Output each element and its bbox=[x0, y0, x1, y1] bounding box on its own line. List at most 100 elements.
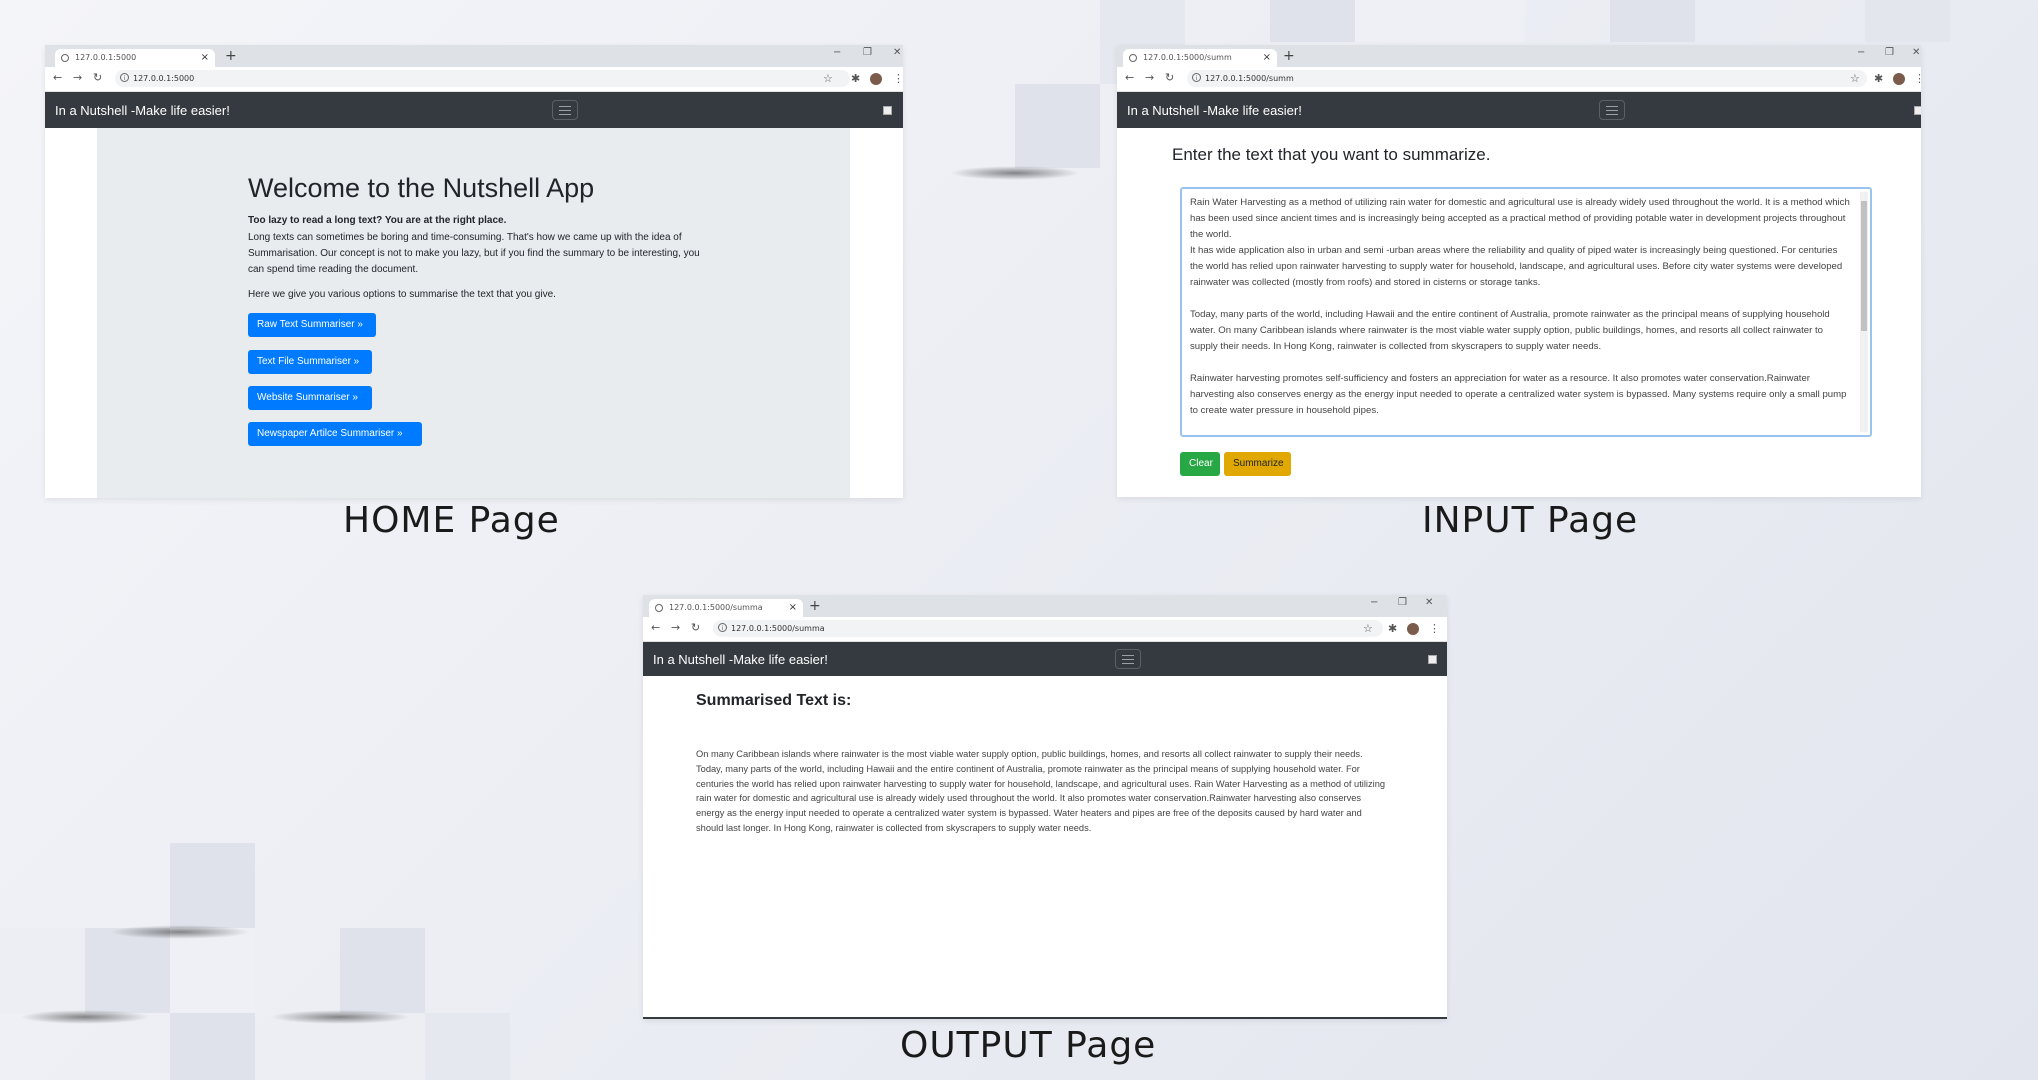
window-close-icon[interactable]: ✕ bbox=[893, 47, 901, 58]
background-tile bbox=[85, 843, 170, 928]
new-tab-icon[interactable]: + bbox=[1283, 48, 1295, 64]
star-icon[interactable]: ☆ bbox=[823, 72, 833, 85]
browser-tab-strip: 127.0.0.1:5000 × + − ❐ ✕ bbox=[45, 45, 903, 67]
menu-icon[interactable]: ⋮ bbox=[893, 72, 903, 85]
reload-icon[interactable]: ↻ bbox=[691, 621, 700, 634]
background-tile bbox=[1015, 84, 1100, 168]
output-heading: Summarised Text is: bbox=[696, 692, 852, 709]
background-tile bbox=[1610, 0, 1695, 42]
back-icon[interactable]: ← bbox=[53, 71, 62, 84]
website-summariser-button[interactable]: Website Summariser » bbox=[248, 386, 372, 410]
hamburger-line bbox=[1122, 659, 1134, 660]
back-icon[interactable]: ← bbox=[651, 621, 660, 634]
summary-output-text: On many Caribbean islands where rainwate… bbox=[696, 749, 1386, 833]
avatar[interactable] bbox=[1893, 73, 1905, 85]
app-navbar: In a Nutshell -Make life easier! bbox=[45, 92, 903, 128]
home-screenshot: 127.0.0.1:5000 × + − ❐ ✕ ← → ↻ i 127.0.0… bbox=[45, 45, 903, 498]
url-text: 127.0.0.1:5000/summa bbox=[731, 624, 825, 633]
restore-icon[interactable]: ❐ bbox=[1398, 597, 1407, 608]
broken-image-icon bbox=[1914, 106, 1921, 115]
close-tab-icon[interactable]: × bbox=[789, 599, 797, 617]
hamburger-line bbox=[1606, 106, 1618, 107]
browser-tab-strip: 127.0.0.1:5000/summ × + − ❐ ✕ bbox=[1117, 45, 1921, 67]
background-shadow bbox=[950, 166, 1080, 180]
browser-tab[interactable]: 127.0.0.1:5000 × bbox=[55, 49, 215, 67]
background-tile bbox=[170, 1013, 255, 1080]
navbar-toggler[interactable] bbox=[1599, 100, 1625, 120]
menu-icon[interactable]: ⋮ bbox=[1429, 622, 1440, 635]
star-icon[interactable]: ☆ bbox=[1850, 72, 1860, 85]
minimize-icon[interactable]: − bbox=[1857, 47, 1865, 58]
menu-icon[interactable]: ⋮ bbox=[1914, 72, 1921, 85]
background-tile bbox=[85, 928, 170, 1013]
reload-icon[interactable]: ↻ bbox=[1165, 71, 1174, 84]
hamburger-line bbox=[559, 114, 571, 115]
output-screenshot: 127.0.0.1:5000/summa × + − ❐ ✕ ← → ↻ i 1… bbox=[643, 595, 1447, 1019]
restore-icon[interactable]: ❐ bbox=[1885, 47, 1894, 58]
hamburger-line bbox=[1122, 655, 1134, 656]
globe-icon bbox=[61, 54, 69, 62]
window-close-icon[interactable]: ✕ bbox=[1912, 47, 1920, 58]
extensions-icon[interactable]: ✱ bbox=[1874, 72, 1883, 85]
broken-image-icon bbox=[883, 106, 892, 115]
restore-icon[interactable]: ❐ bbox=[863, 47, 872, 58]
clear-button[interactable]: Clear bbox=[1180, 452, 1220, 476]
background-shadow bbox=[20, 1010, 150, 1024]
app-brand[interactable]: In a Nutshell -Make life easier! bbox=[55, 103, 230, 118]
navbar-toggler[interactable] bbox=[552, 100, 578, 120]
output-caption: OUTPUT Page bbox=[900, 1025, 1157, 1066]
home-lead: Too lazy to read a long text? You are at… bbox=[248, 215, 507, 226]
info-icon[interactable]: i bbox=[718, 623, 727, 632]
summarize-button[interactable]: Summarize bbox=[1224, 452, 1291, 476]
forward-icon[interactable]: → bbox=[73, 71, 82, 84]
url-input[interactable]: i 127.0.0.1:5000/summa bbox=[713, 620, 1383, 637]
close-tab-icon[interactable]: × bbox=[1263, 49, 1271, 67]
browser-tab[interactable]: 127.0.0.1:5000/summa × bbox=[649, 599, 803, 617]
background-shadow bbox=[110, 925, 250, 939]
text-file-summariser-button[interactable]: Text File Summariser » bbox=[248, 350, 372, 374]
star-icon[interactable]: ☆ bbox=[1363, 622, 1373, 635]
address-bar-row: ← → ↻ i 127.0.0.1:5000 ☆ ✱ ⋮ bbox=[45, 67, 903, 92]
hamburger-line bbox=[1606, 114, 1618, 115]
app-navbar: In a Nutshell -Make life easier! bbox=[1117, 92, 1921, 128]
background-tile bbox=[1270, 0, 1355, 42]
avatar[interactable] bbox=[870, 73, 882, 85]
url-input[interactable]: i 127.0.0.1:5000 bbox=[115, 70, 850, 87]
forward-icon[interactable]: → bbox=[671, 621, 680, 634]
globe-icon bbox=[655, 604, 663, 612]
forward-icon[interactable]: → bbox=[1145, 71, 1154, 84]
raw-text-summariser-button[interactable]: Raw Text Summariser » bbox=[248, 313, 376, 337]
reload-icon[interactable]: ↻ bbox=[93, 71, 102, 84]
minimize-icon[interactable]: − bbox=[1370, 597, 1378, 608]
url-input[interactable]: i 127.0.0.1:5000/summ bbox=[1187, 70, 1867, 87]
input-screenshot: 127.0.0.1:5000/summ × + − ❐ ✕ ← → ↻ i 12… bbox=[1117, 45, 1921, 497]
hamburger-line bbox=[1122, 663, 1134, 664]
browser-tab[interactable]: 127.0.0.1:5000/summ × bbox=[1123, 49, 1277, 67]
app-navbar: In a Nutshell -Make life easier! bbox=[643, 642, 1447, 676]
background-tile bbox=[170, 843, 255, 928]
minimize-icon[interactable]: − bbox=[833, 47, 841, 58]
back-icon[interactable]: ← bbox=[1125, 71, 1134, 84]
background-tile bbox=[340, 928, 425, 1013]
url-text: 127.0.0.1:5000/summ bbox=[1205, 74, 1294, 83]
textarea-scroll-thumb[interactable] bbox=[1861, 201, 1867, 331]
info-icon[interactable]: i bbox=[1192, 73, 1201, 82]
app-brand[interactable]: In a Nutshell -Make life easier! bbox=[653, 652, 828, 667]
address-bar-row: ← → ↻ i 127.0.0.1:5000/summ ☆ ✱ ⋮ bbox=[1117, 67, 1921, 92]
background-tile bbox=[170, 928, 255, 1013]
summary-input-textarea[interactable]: Rain Water Harvesting as a method of uti… bbox=[1180, 187, 1872, 437]
background-tile bbox=[0, 928, 85, 1013]
new-tab-icon[interactable]: + bbox=[809, 598, 821, 614]
extensions-icon[interactable]: ✱ bbox=[1388, 622, 1397, 635]
close-tab-icon[interactable]: × bbox=[201, 49, 209, 67]
info-icon[interactable]: i bbox=[120, 73, 129, 82]
navbar-toggler[interactable] bbox=[1115, 649, 1141, 669]
window-close-icon[interactable]: ✕ bbox=[1425, 597, 1433, 608]
broken-image-icon bbox=[1428, 655, 1437, 664]
newspaper-article-summariser-button[interactable]: Newspaper Artilce Summariser » bbox=[248, 422, 422, 446]
url-text: 127.0.0.1:5000 bbox=[133, 74, 195, 83]
extensions-icon[interactable]: ✱ bbox=[851, 72, 860, 85]
app-brand[interactable]: In a Nutshell -Make life easier! bbox=[1127, 103, 1302, 118]
avatar[interactable] bbox=[1407, 623, 1419, 635]
new-tab-icon[interactable]: + bbox=[225, 48, 237, 64]
